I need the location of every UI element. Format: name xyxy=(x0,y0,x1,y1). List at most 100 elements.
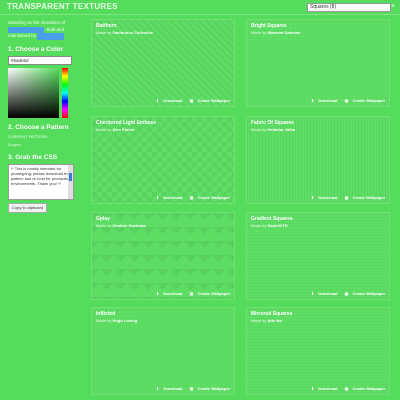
current-pattern-label: CURRENT PATTERN: xyxy=(8,133,48,139)
made-by-label: Made by xyxy=(96,223,112,228)
pattern-title[interactable]: Gradient Squares xyxy=(251,216,293,222)
download-button[interactable]: ⬇ Download xyxy=(153,386,183,391)
card-actions: ⬇ Download ▣ Create Wallpaper xyxy=(305,98,385,103)
pattern-card[interactable]: Bright Squares Made by Waseem Dahman ⬇ D… xyxy=(246,19,390,107)
pattern-title[interactable]: Fabric Of Squares xyxy=(251,120,294,126)
create-wallpaper-button[interactable]: ▣ Create Wallpaper xyxy=(187,98,230,103)
author-name[interactable]: Hugo Loning xyxy=(112,318,137,323)
create-wallpaper-label: Create Wallpaper xyxy=(352,386,385,391)
pattern-author: Made by Heliodor Jalba xyxy=(251,127,295,132)
create-wallpaper-label: Create Wallpaper xyxy=(352,98,385,103)
download-icon: ⬇ xyxy=(310,386,315,391)
download-button[interactable]: ⬇ Download xyxy=(308,291,338,296)
pattern-title[interactable]: Batthern xyxy=(96,23,117,29)
create-wallpaper-label: Create Wallpaper xyxy=(352,195,385,200)
download-icon: ⬇ xyxy=(310,195,315,200)
download-label: Download xyxy=(318,386,338,391)
create-wallpaper-button[interactable]: ▣ Create Wallpaper xyxy=(342,98,385,103)
pattern-author: Made by Alex Parker xyxy=(96,127,134,132)
copy-to-clipboard-button[interactable]: Copy to clipboard xyxy=(8,202,48,213)
create-wallpaper-button[interactable]: ▣ Create Wallpaper xyxy=(342,291,385,296)
download-label: Download xyxy=(163,291,183,296)
create-wallpaper-label: Create Wallpaper xyxy=(197,195,230,200)
pattern-author: Made by Hugo Loning xyxy=(96,318,137,323)
create-wallpaper-button[interactable]: ▣ Create Wallpaper xyxy=(342,386,385,391)
create-wallpaper-button[interactable]: ▣ Create Wallpaper xyxy=(342,195,385,200)
step-choose-color-heading: 1. Choose a Color xyxy=(8,45,64,53)
create-wallpaper-label: Create Wallpaper xyxy=(197,291,230,296)
intro-text-maintained: maintained by xyxy=(8,33,37,38)
download-label: Download xyxy=(318,98,338,103)
pattern-title[interactable]: Mirrored Squares xyxy=(251,311,292,317)
author-name[interactable]: Factorious Collective xyxy=(112,30,152,35)
current-pattern-value: Grayzz. xyxy=(8,141,22,147)
card-actions: ⬇ Download ▣ Create Wallpaper xyxy=(305,386,385,391)
create-wallpaper-button[interactable]: ▣ Create Wallpaper xyxy=(187,195,230,200)
image-icon: ▣ xyxy=(344,98,349,103)
made-by-label: Made by xyxy=(251,223,267,228)
download-button[interactable]: ⬇ Download xyxy=(308,386,338,391)
card-actions: ⬇ Download ▣ Create Wallpaper xyxy=(150,195,230,200)
css-scrollbar[interactable] xyxy=(68,164,73,199)
download-icon: ⬇ xyxy=(155,98,160,103)
close-icon[interactable]: × xyxy=(389,3,397,11)
card-actions: ⬇ Download ▣ Create Wallpaper xyxy=(150,98,230,103)
card-actions: ⬇ Download ▣ Create Wallpaper xyxy=(150,386,230,391)
create-wallpaper-button[interactable]: ▣ Create Wallpaper xyxy=(187,386,230,391)
site-title[interactable]: TRANSPARENT TEXTURES xyxy=(7,2,118,11)
image-icon: ▣ xyxy=(344,291,349,296)
download-button[interactable]: ⬇ Download xyxy=(153,98,183,103)
author-name[interactable]: DanielKTR xyxy=(267,223,287,228)
card-actions: ⬇ Download ▣ Create Wallpaper xyxy=(305,195,385,200)
top-bar: TRANSPARENT TEXTURES Squares (8) × xyxy=(0,0,400,15)
pattern-title[interactable]: Bright Squares xyxy=(251,23,287,29)
pattern-card[interactable]: Gplay Made by Dimitrie Hoekstra ⬇ Downlo… xyxy=(91,212,235,300)
color-picker[interactable] xyxy=(8,67,59,118)
pattern-card[interactable]: Fabric Of Squares Made by Heliodor Jalba… xyxy=(246,116,390,204)
step-grab-css-heading: 3. Grab the CSS xyxy=(8,153,58,161)
create-wallpaper-button[interactable]: ▣ Create Wallpaper xyxy=(187,291,230,296)
made-by-label: Made by xyxy=(251,127,267,132)
image-icon: ▣ xyxy=(189,291,194,296)
css-textarea[interactable]: /* This is mostly intended for prototypi… xyxy=(8,163,74,200)
download-icon: ⬇ xyxy=(155,291,160,296)
download-icon: ⬇ xyxy=(155,386,160,391)
author-name[interactable]: Alex Parker xyxy=(112,127,134,132)
sidebar: Standing on the shoulders of xxxxxxxxxxx… xyxy=(8,20,84,220)
author-name[interactable]: Dimitrie Hoekstra xyxy=(112,223,145,228)
made-by-label: Made by xyxy=(96,127,112,132)
download-button[interactable]: ⬇ Download xyxy=(153,291,183,296)
create-wallpaper-label: Create Wallpaper xyxy=(197,98,230,103)
download-button[interactable]: ⬇ Download xyxy=(308,195,338,200)
download-icon: ⬇ xyxy=(155,195,160,200)
pattern-title[interactable]: Inflicted xyxy=(96,311,115,317)
pattern-author: Made by Dimitrie Hoekstra xyxy=(96,223,146,228)
pattern-card[interactable]: Inflicted Made by Hugo Loning ⬇ Download… xyxy=(91,307,235,395)
image-icon: ▣ xyxy=(344,195,349,200)
color-hex-input[interactable]: #5ade5d xyxy=(8,55,72,65)
author-name[interactable]: Atle Mo xyxy=(267,318,281,323)
author-name[interactable]: Waseem Dahman xyxy=(267,30,300,35)
made-by-label: Made by xyxy=(251,30,267,35)
pattern-title[interactable]: Checkered Light Emboss xyxy=(96,120,156,126)
pattern-card[interactable]: Mirrored Squares Made by Atle Mo ⬇ Downl… xyxy=(246,307,390,395)
author-name[interactable]: Heliodor Jalba xyxy=(267,127,295,132)
pattern-card[interactable]: Gradient Squares Made by DanielKTR ⬇ Dow… xyxy=(246,212,390,300)
download-label: Download xyxy=(163,386,183,391)
download-button[interactable]: ⬇ Download xyxy=(153,195,183,200)
pattern-card[interactable]: Batthern Made by Factorious Collective ⬇… xyxy=(91,19,235,107)
download-label: Download xyxy=(318,291,338,296)
download-button[interactable]: ⬇ Download xyxy=(308,98,338,103)
create-wallpaper-label: Create Wallpaper xyxy=(352,291,385,296)
create-wallpaper-label: Create Wallpaper xyxy=(197,386,230,391)
download-label: Download xyxy=(163,98,183,103)
hue-slider[interactable] xyxy=(62,67,68,118)
made-by-label: Made by xyxy=(96,318,112,323)
maintainer-link[interactable]: xxxxxxxxxxxx xyxy=(37,33,65,40)
pattern-card[interactable]: Checkered Light Emboss Made by Alex Park… xyxy=(91,116,235,204)
color-picker-wrap xyxy=(8,67,68,118)
pattern-title[interactable]: Gplay xyxy=(96,216,110,222)
css-text: /* This is mostly intended for prototypi… xyxy=(11,165,71,186)
search-input[interactable]: Squares (8) xyxy=(307,3,391,12)
made-by-label: Made by xyxy=(96,30,112,35)
